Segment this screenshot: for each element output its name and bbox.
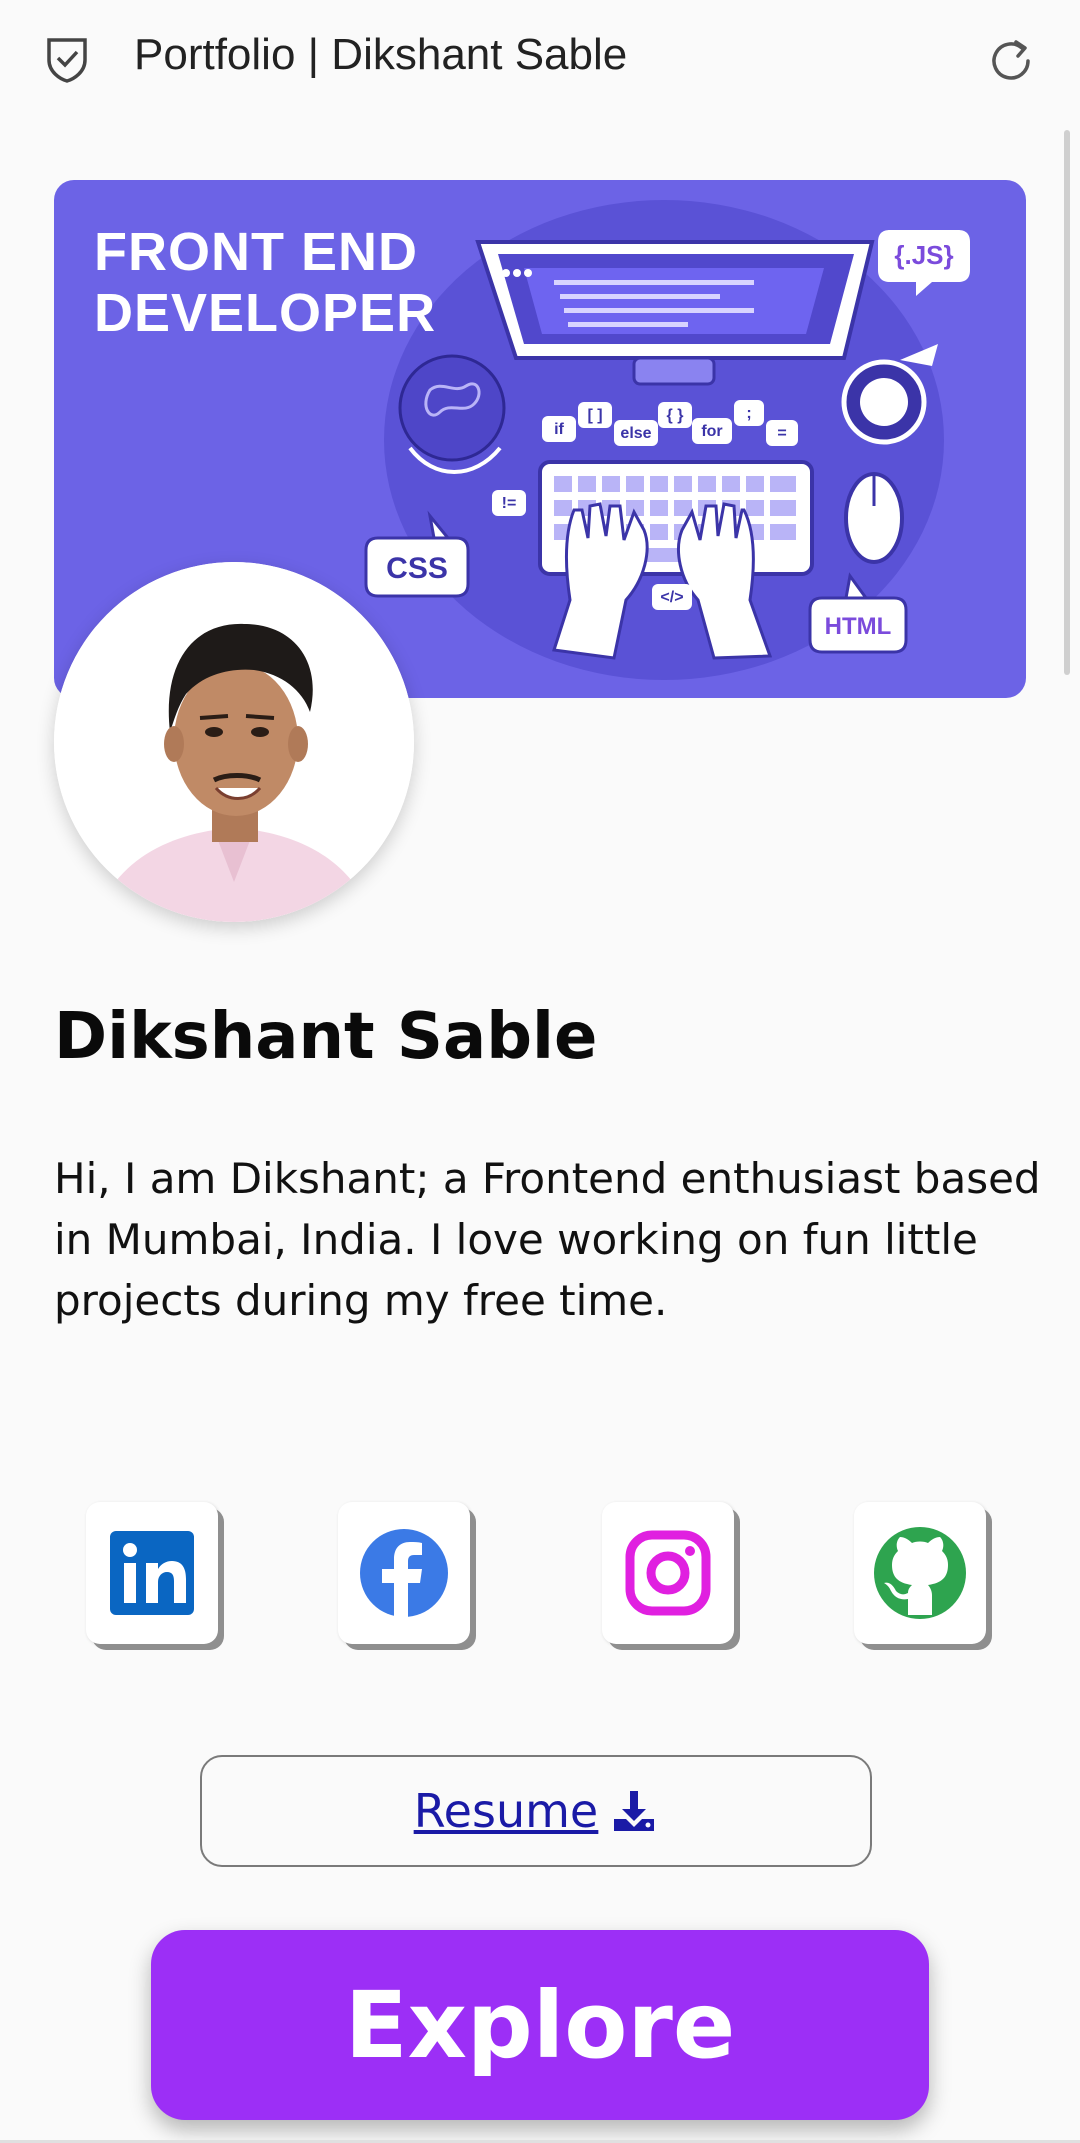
- linkedin-button[interactable]: [86, 1502, 218, 1644]
- facebook-icon: [360, 1529, 448, 1617]
- equals-label: =: [777, 425, 786, 442]
- resume-button[interactable]: Resume: [200, 1755, 872, 1867]
- linkedin-icon: [110, 1531, 194, 1615]
- profile-bio: Hi, I am Dikshant; a Frontend enthusiast…: [54, 1154, 1041, 1325]
- profile-photo: [54, 562, 414, 922]
- else-label: else: [620, 425, 651, 442]
- reload-icon[interactable]: [986, 36, 1036, 86]
- brackets-label: [ ]: [587, 407, 602, 424]
- instagram-icon: [625, 1530, 711, 1616]
- js-bubble: {.JS}: [878, 230, 970, 296]
- shield-check-icon[interactable]: [44, 34, 90, 84]
- semicolon-label: ;: [746, 405, 751, 422]
- instagram-button[interactable]: [602, 1502, 734, 1644]
- html-label: HTML: [825, 613, 892, 640]
- profile-name: Dikshant Sable: [54, 1000, 598, 1074]
- braces-label: { }: [667, 407, 684, 424]
- css-label: CSS: [386, 552, 448, 585]
- resume-label: Resume: [413, 1784, 599, 1838]
- browser-top-bar: Portfolio | Dikshant Sable: [0, 0, 1080, 122]
- avatar: [54, 562, 414, 922]
- github-button[interactable]: [854, 1502, 986, 1644]
- if-label: if: [554, 421, 564, 438]
- mouse-icon: [844, 472, 904, 564]
- coffee-cup-icon: [841, 344, 938, 445]
- facebook-button[interactable]: [338, 1502, 470, 1644]
- monitor-icon: [475, 240, 875, 386]
- css-bubble: CSS: [364, 510, 470, 598]
- explore-button[interactable]: Explore: [151, 1930, 929, 2120]
- page-title: Portfolio | Dikshant Sable: [134, 30, 628, 79]
- download-icon: [614, 1791, 655, 1831]
- tag-label: </>: [660, 589, 683, 606]
- github-icon: [874, 1527, 966, 1619]
- explore-label: Explore: [344, 1971, 736, 2079]
- for-label: for: [701, 423, 722, 440]
- js-label: {.JS}: [894, 240, 953, 270]
- scrollbar[interactable]: [1064, 130, 1070, 675]
- brain-icon: [398, 354, 506, 474]
- html-bubble: HTML: [808, 572, 908, 654]
- not-equal-label: !=: [502, 495, 517, 512]
